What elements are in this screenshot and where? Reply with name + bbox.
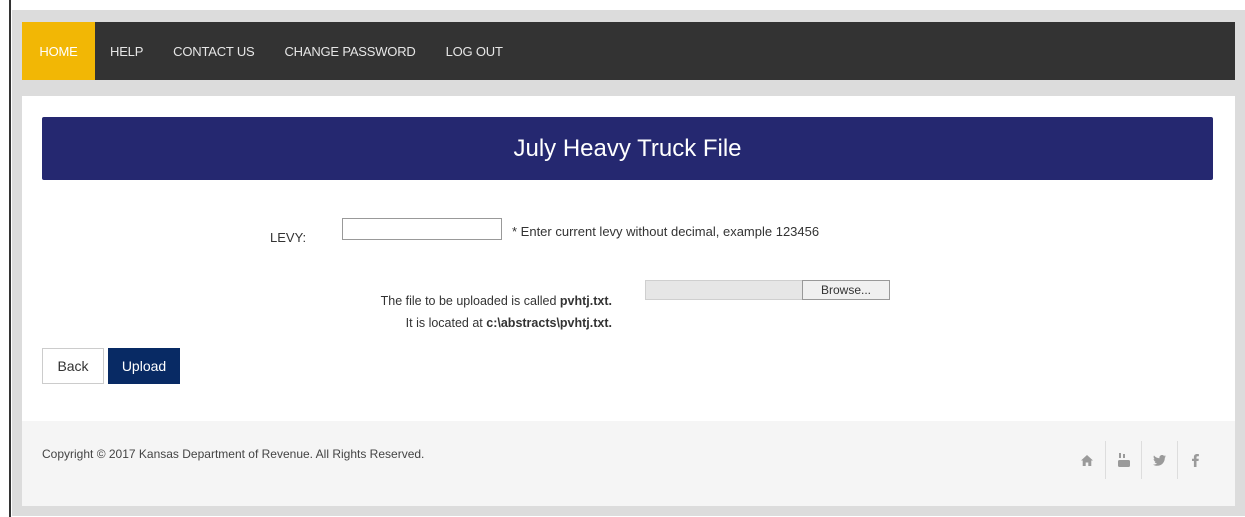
back-button[interactable]: Back (42, 348, 104, 384)
twitter-icon[interactable] (1141, 441, 1177, 479)
page-title: July Heavy Truck File (42, 117, 1213, 180)
nav-log-out[interactable]: LOG OUT (431, 22, 518, 80)
file-path-line: It is located at c:\abstracts\pvhtj.txt. (405, 316, 612, 330)
file-name: pvhtj.txt. (559, 294, 612, 308)
home-icon[interactable] (1069, 441, 1105, 479)
footer: Copyright © 2017 Kansas Department of Re… (22, 421, 1235, 506)
nav-home[interactable]: HOME (22, 22, 95, 80)
levy-label: LEVY: (270, 230, 307, 245)
youtube-icon[interactable] (1105, 441, 1141, 479)
main-content: July Heavy Truck File LEVY: * Enter curr… (22, 96, 1235, 421)
file-info: The file to be uploaded is called pvhtj.… (322, 290, 612, 334)
levy-input[interactable] (342, 218, 502, 240)
social-links (1069, 441, 1213, 479)
upload-button[interactable]: Upload (108, 348, 180, 384)
levy-hint: * Enter current levy without decimal, ex… (512, 224, 820, 239)
browse-button[interactable]: Browse... (802, 280, 890, 300)
file-chooser[interactable]: Browse... (645, 280, 890, 300)
copyright-text: Copyright © 2017 Kansas Department of Re… (42, 447, 425, 461)
file-name-line: The file to be uploaded is called pvhtj.… (380, 294, 612, 308)
top-navbar: HOME HELP CONTACT US CHANGE PASSWORD LOG… (22, 22, 1235, 80)
nav-contact-us[interactable]: CONTACT US (158, 22, 269, 80)
left-border (9, 0, 11, 517)
facebook-icon[interactable] (1177, 441, 1213, 479)
nav-change-password[interactable]: CHANGE PASSWORD (269, 22, 430, 80)
file-path: c:\abstracts\pvhtj.txt. (486, 316, 612, 330)
nav-help[interactable]: HELP (95, 22, 158, 80)
